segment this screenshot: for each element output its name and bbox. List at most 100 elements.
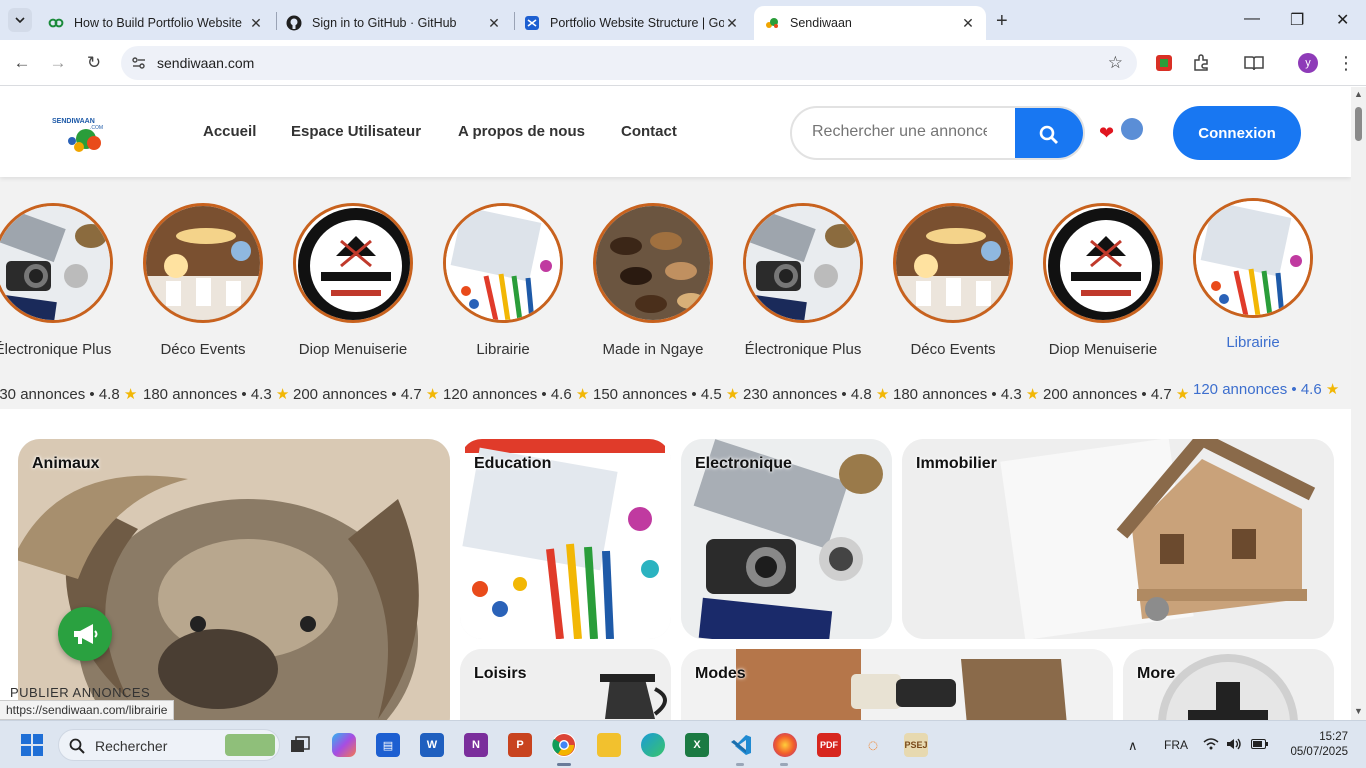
shop-card[interactable]: Diop Menuiserie bbox=[278, 203, 428, 358]
chrome-icon[interactable] bbox=[552, 733, 576, 757]
firefox-icon[interactable] bbox=[773, 733, 797, 757]
vscode-running-indicator bbox=[736, 763, 744, 766]
heart-icon[interactable]: ❤ bbox=[1099, 123, 1114, 144]
browser-menu-kebab-icon[interactable]: ⋮ bbox=[1335, 52, 1357, 74]
shop-card[interactable]: Électronique Plus bbox=[728, 203, 878, 358]
pdf-extension-icon[interactable] bbox=[1153, 52, 1175, 74]
reload-icon[interactable]: ↻ bbox=[83, 52, 105, 74]
tab-list-dropdown-button[interactable] bbox=[8, 8, 32, 32]
nav-accueil[interactable]: Accueil bbox=[203, 123, 256, 140]
shop-stats: 180 annonces • 4.3 ★ bbox=[143, 386, 290, 403]
volume-icon[interactable] bbox=[1226, 738, 1242, 753]
wifi-icon[interactable] bbox=[1203, 738, 1219, 753]
close-window-icon[interactable]: ✕ bbox=[1336, 10, 1349, 30]
category-modes[interactable]: Modes bbox=[681, 649, 1113, 720]
category-electronique[interactable]: Electronique bbox=[681, 439, 892, 639]
nav-contact[interactable]: Contact bbox=[621, 123, 677, 140]
category-animaux[interactable]: Animaux bbox=[18, 439, 450, 720]
category-more-image bbox=[1123, 649, 1334, 720]
shop-card[interactable]: Déco Events bbox=[878, 203, 1028, 358]
favorites-count-badge[interactable] bbox=[1121, 118, 1143, 140]
taskbar-search-box[interactable]: Rechercher bbox=[58, 729, 280, 761]
bookmark-star-icon[interactable]: ☆ bbox=[1108, 53, 1123, 73]
copilot-icon[interactable] bbox=[332, 733, 356, 757]
notepad-icon[interactable]: ▤ bbox=[376, 733, 400, 757]
url-text: sendiwaan.com bbox=[157, 55, 255, 71]
excel-icon[interactable]: X bbox=[685, 733, 709, 757]
onenote-icon[interactable]: N bbox=[464, 733, 488, 757]
search-input[interactable] bbox=[812, 123, 987, 141]
tab-title: Sign in to GitHub · GitHub bbox=[312, 16, 457, 30]
shop-card[interactable]: Made in Ngaye bbox=[578, 203, 728, 358]
publish-ads-label[interactable]: PUBLIER ANNONCES bbox=[10, 685, 150, 700]
shop-card[interactable]: Librairie bbox=[428, 203, 578, 358]
search-button[interactable] bbox=[1015, 108, 1083, 158]
input-language-indicator[interactable]: FRA bbox=[1164, 738, 1188, 752]
page-scrollbar[interactable]: ▲ ▼ bbox=[1351, 87, 1366, 720]
back-arrow-icon[interactable]: ← bbox=[11, 52, 33, 74]
reading-list-icon[interactable] bbox=[1243, 52, 1265, 74]
close-tab-icon[interactable]: ✕ bbox=[486, 15, 502, 32]
star-icon: ★ bbox=[275, 386, 290, 403]
task-view-icon[interactable] bbox=[288, 733, 312, 757]
search-icon bbox=[1039, 125, 1058, 144]
tab-sendiwaan[interactable]: Sendiwaan ✕ bbox=[754, 6, 986, 40]
sendiwaan-logo[interactable]: SENDIWAAN .COM bbox=[52, 113, 108, 155]
vscode-icon[interactable] bbox=[729, 733, 753, 757]
shop-stats: 120 annonces • 4.6 ★ bbox=[443, 386, 590, 403]
shop-menuiserie-logo-image bbox=[293, 203, 413, 323]
maximize-window-icon[interactable]: ❐ bbox=[1290, 10, 1304, 30]
minimize-window-icon[interactable]: — bbox=[1244, 10, 1260, 28]
show-hidden-icons-chevron-icon[interactable]: ∧ bbox=[1128, 738, 1138, 754]
forward-arrow-icon[interactable]: → bbox=[47, 52, 69, 74]
scroll-up-arrow-icon[interactable]: ▲ bbox=[1354, 89, 1363, 99]
shop-card[interactable]: Diop Menuiserie bbox=[1028, 203, 1178, 358]
shop-card[interactable]: Électronique Plus bbox=[0, 203, 128, 358]
close-tab-icon[interactable]: ✕ bbox=[248, 15, 264, 32]
site-settings-icon[interactable] bbox=[131, 55, 147, 76]
system-clock[interactable]: 15:27 05/07/2025 bbox=[1290, 730, 1348, 760]
close-tab-icon[interactable]: ✕ bbox=[724, 15, 740, 32]
confluence-icon bbox=[524, 15, 540, 31]
category-education[interactable]: Education bbox=[460, 439, 671, 639]
shop-card-hovered[interactable]: Librairie bbox=[1178, 198, 1328, 351]
login-button[interactable]: Connexion bbox=[1173, 106, 1301, 160]
nav-a-propos[interactable]: A propos de nous bbox=[458, 123, 585, 140]
jupyter-icon[interactable]: ◌ bbox=[861, 733, 885, 757]
windows-start-icon[interactable] bbox=[20, 733, 44, 757]
powerpoint-icon[interactable]: P bbox=[508, 733, 532, 757]
tab-how-to-build-portfolio[interactable]: How to Build Portfolio Website ✕ bbox=[38, 6, 274, 40]
shop-card[interactable]: Déco Events bbox=[128, 203, 278, 358]
profile-avatar[interactable]: y bbox=[1298, 53, 1318, 73]
category-loisirs[interactable]: Loisirs bbox=[460, 649, 671, 720]
tab-github-sign-in[interactable]: Sign in to GitHub · GitHub ✕ bbox=[276, 6, 512, 40]
shop-stats: 180 annonces • 4.3 ★ bbox=[893, 386, 1040, 403]
edge-icon[interactable] bbox=[641, 733, 665, 757]
star-icon: ★ bbox=[425, 386, 440, 403]
battery-icon[interactable] bbox=[1251, 738, 1269, 752]
shop-name: Déco Events bbox=[160, 341, 246, 358]
link-status-url: https://sendiwaan.com/librairie bbox=[0, 700, 175, 720]
shop-name: Déco Events bbox=[910, 341, 996, 358]
new-tab-plus-icon[interactable]: + bbox=[996, 10, 1008, 33]
category-loisirs-image bbox=[460, 649, 671, 720]
scroll-down-arrow-icon[interactable]: ▼ bbox=[1354, 706, 1363, 716]
shop-shoes-image bbox=[593, 203, 713, 323]
site-header: SENDIWAAN .COM Accueil Espace Utilisateu… bbox=[0, 87, 1351, 177]
file-explorer-icon[interactable] bbox=[597, 733, 621, 757]
word-icon[interactable]: W bbox=[420, 733, 444, 757]
app-psej-icon[interactable]: PSEJ bbox=[904, 733, 928, 757]
category-more[interactable]: More bbox=[1123, 649, 1334, 720]
browser-tab-bar: How to Build Portfolio Website ✕ Sign in… bbox=[0, 0, 1366, 40]
close-tab-icon[interactable]: ✕ bbox=[960, 15, 976, 32]
publish-ad-floating-button[interactable] bbox=[58, 607, 112, 661]
shop-stats: 150 annonces • 4.5 ★ bbox=[593, 386, 740, 403]
category-immobilier[interactable]: Immobilier bbox=[902, 439, 1334, 639]
scrollbar-thumb[interactable] bbox=[1355, 107, 1362, 141]
nav-espace-utilisateur[interactable]: Espace Utilisateur bbox=[291, 123, 421, 140]
tab-portfolio-structure[interactable]: Portfolio Website Structure | Go ✕ bbox=[514, 6, 750, 40]
pdf-reader-icon[interactable]: PDF bbox=[817, 733, 841, 757]
address-bar[interactable]: sendiwaan.com ☆ bbox=[121, 46, 1137, 80]
extensions-puzzle-icon[interactable] bbox=[1190, 52, 1212, 74]
tab-favicon-icon bbox=[48, 15, 64, 31]
